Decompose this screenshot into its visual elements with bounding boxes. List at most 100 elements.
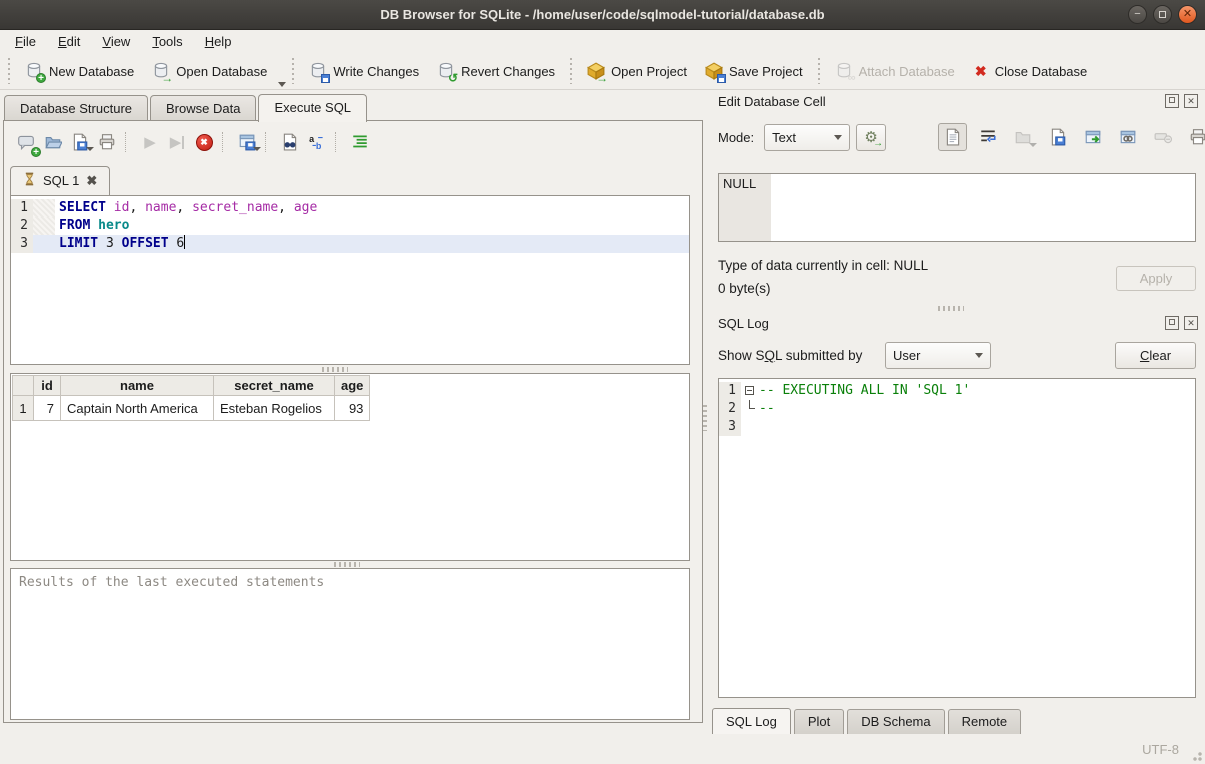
find-icon[interactable] [278, 130, 302, 154]
row-number[interactable]: 1 [13, 396, 34, 421]
cell-value-editor[interactable]: NULL [718, 173, 1196, 242]
sql-tab-close-icon[interactable]: ✖ [86, 173, 97, 189]
save-results-icon[interactable] [235, 130, 259, 154]
splitter-handle[interactable] [334, 562, 360, 567]
sql-1-tab[interactable]: SQL 1 ✖ [10, 166, 110, 195]
open-in-external-app-icon[interactable] [1078, 123, 1107, 151]
set-null-icon[interactable] [1148, 123, 1177, 151]
import-cell-data-icon[interactable] [1008, 123, 1037, 151]
line-number: 2 [719, 400, 741, 418]
open-sql-file-icon[interactable] [41, 130, 65, 154]
clear-log-button[interactable]: Clear [1115, 342, 1196, 369]
dock-tabbar: SQL Log Plot DB Schema Remote [712, 708, 1021, 735]
save-results-dropdown-icon [253, 147, 261, 151]
open-database-icon: → [152, 62, 170, 80]
cell-age[interactable]: 93 [335, 396, 370, 421]
maximize-icon[interactable] [1153, 5, 1172, 24]
cell-name[interactable]: Captain North America [61, 396, 214, 421]
fold-margin [33, 199, 55, 217]
new-database-button[interactable]: + New Database [16, 58, 143, 84]
minimize-icon[interactable]: − [1128, 5, 1147, 24]
save-sql-file-icon[interactable] [68, 130, 92, 154]
open-project-button[interactable]: → Open Project [578, 58, 696, 84]
attach-database-button[interactable]: ∞ Attach Database [826, 58, 964, 84]
auto-format-icon[interactable] [348, 130, 372, 154]
cell-secret-name[interactable]: Esteban Rogelios [214, 396, 335, 421]
export-cell-data-icon[interactable] [1043, 123, 1072, 151]
dock-splitter-handle[interactable] [938, 306, 964, 311]
column-header-id[interactable]: id [34, 376, 61, 396]
menu-edit[interactable]: Edit [47, 32, 91, 51]
table-row: 1 7 Captain North America Esteban Rogeli… [13, 396, 370, 421]
svg-text:a: a [309, 134, 315, 144]
new-sql-tab-icon[interactable]: + [14, 130, 38, 154]
apply-button[interactable]: Apply [1116, 266, 1196, 291]
replace-icon[interactable]: ab [305, 130, 329, 154]
line-number: 3 [719, 418, 741, 436]
open-url-link-icon[interactable] [1113, 123, 1142, 151]
menu-view[interactable]: View [91, 32, 141, 51]
results-message-box: Results of the last executed statements [10, 568, 690, 720]
execute-line-icon[interactable]: ▶ [165, 130, 189, 154]
close-icon[interactable]: ✕ [1178, 5, 1197, 24]
print-sql-icon[interactable] [95, 130, 119, 154]
float-dock-icon[interactable] [1165, 94, 1179, 108]
text-mode-icon[interactable] [938, 123, 967, 151]
encoding-indicator[interactable]: UTF-8 [1142, 742, 1179, 757]
cell-mode-select[interactable]: Text [764, 124, 850, 151]
tab-execute-sql[interactable]: Execute SQL [258, 94, 367, 122]
cell-id[interactable]: 7 [34, 396, 61, 421]
close-dock-icon[interactable]: ✕ [1184, 94, 1198, 108]
sql-log-filter-select[interactable]: User [885, 342, 991, 369]
close-dock-icon[interactable]: ✕ [1184, 316, 1198, 330]
execute-sql-page: + ▶ ▶ ✖ [3, 120, 703, 723]
column-header-age[interactable]: age [335, 376, 370, 396]
fold-collapse-icon[interactable] [745, 386, 754, 395]
word-wrap-icon[interactable] [973, 123, 1002, 151]
column-header-secret-name[interactable]: secret_name [214, 376, 335, 396]
toolbar-separator [568, 58, 574, 84]
main-area: Database Structure Browse Data Execute S… [0, 90, 1205, 734]
sql-code-editor[interactable]: 1 SELECT id, name, secret_name, age 2 FR… [10, 195, 690, 365]
tab-database-structure[interactable]: Database Structure [4, 95, 148, 121]
open-project-icon: → [587, 62, 605, 80]
tab-db-schema[interactable]: DB Schema [847, 709, 944, 735]
toolbar-separator [816, 58, 822, 84]
line-number: 1 [11, 199, 33, 217]
revert-changes-button[interactable]: ↺ Revert Changes [428, 58, 564, 84]
right-dock: Edit Database Cell ✕ Mode: Text ⚙ → [710, 90, 1205, 734]
close-database-button[interactable]: ✖ Close Database [964, 59, 1097, 84]
menu-tools[interactable]: Tools [141, 32, 193, 51]
execute-all-icon[interactable]: ▶ [138, 130, 162, 154]
stop-execution-icon[interactable]: ✖ [192, 130, 216, 154]
write-changes-icon [309, 62, 327, 80]
log-entry: -- [759, 400, 775, 418]
menubar: File Edit View Tools Help [0, 30, 1205, 53]
auto-apply-button[interactable]: ⚙ → [856, 124, 886, 151]
tab-sql-log[interactable]: SQL Log [712, 708, 791, 735]
corner-header[interactable] [13, 376, 34, 396]
save-project-button[interactable]: Save Project [696, 58, 812, 84]
toolbar-separator [222, 132, 229, 152]
cell-size-info: 0 byte(s) [718, 281, 771, 296]
menu-file[interactable]: File [4, 32, 47, 51]
results-grid: id name secret_name age 1 7 Captain Nort… [10, 373, 690, 561]
window-title: DB Browser for SQLite - /home/user/code/… [380, 7, 824, 22]
main-toolbar: + New Database → Open Database Write Cha… [0, 53, 1205, 90]
sql-log-view[interactable]: 1 -- EXECUTING ALL IN 'SQL 1' 2 -- 3 [718, 378, 1196, 698]
open-database-dropdown-icon[interactable] [278, 82, 286, 87]
print-cell-icon[interactable] [1183, 123, 1205, 151]
hourglass-icon [23, 172, 36, 189]
resize-grip-icon[interactable] [1189, 748, 1202, 761]
tab-browse-data[interactable]: Browse Data [150, 95, 256, 121]
float-dock-icon[interactable] [1165, 316, 1179, 330]
save-project-icon [705, 62, 723, 80]
menu-help[interactable]: Help [194, 32, 243, 51]
splitter-handle[interactable] [322, 367, 348, 372]
attach-database-icon: ∞ [835, 62, 853, 80]
write-changes-button[interactable]: Write Changes [300, 58, 428, 84]
open-database-button[interactable]: → Open Database [143, 58, 276, 84]
column-header-name[interactable]: name [61, 376, 214, 396]
tab-plot[interactable]: Plot [794, 709, 844, 735]
tab-remote[interactable]: Remote [948, 709, 1022, 735]
